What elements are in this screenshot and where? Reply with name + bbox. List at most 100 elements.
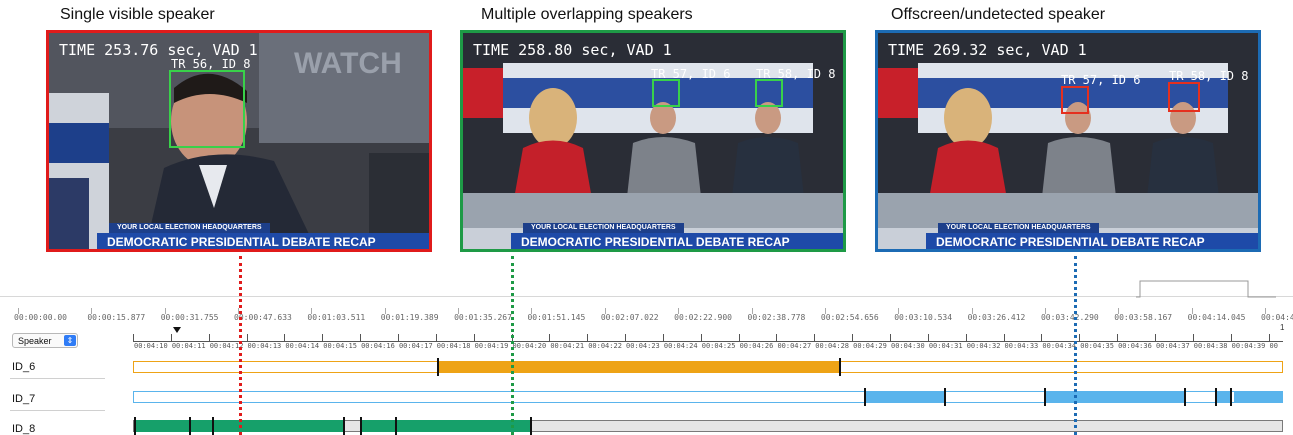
speaker-dropdown[interactable]: Speaker ⇕ — [12, 333, 78, 348]
segment-boundary-marker[interactable] — [212, 417, 215, 435]
face-box — [652, 79, 680, 107]
face-box — [1168, 82, 1200, 112]
speech-segment[interactable] — [1044, 391, 1185, 403]
ruler-time-label: 00:01:19.389 — [380, 313, 439, 322]
segment-boundary-marker[interactable] — [864, 388, 867, 406]
detail-time-label: 00:04:25 — [701, 342, 736, 350]
ruler-tick — [531, 308, 533, 314]
detail-ruler-baseline — [133, 341, 1283, 342]
ruler-tick — [18, 308, 19, 314]
ruler-tick — [458, 308, 460, 314]
detail-time-label: 00:04:30 — [891, 342, 925, 350]
speaker-track-id6[interactable] — [133, 358, 1283, 376]
segment-boundary-marker[interactable] — [437, 358, 440, 376]
timeline-top-divider — [0, 296, 1293, 297]
audio-level-indicator — [1136, 280, 1276, 298]
face-box — [1061, 86, 1089, 114]
track-label: TR 58, ID 8 — [1169, 69, 1249, 83]
track-label-id7: ID_7 — [12, 393, 36, 405]
detail-time-label: 00:04:14 — [285, 342, 320, 350]
ruler-time-label: 00:02:07.022 — [600, 313, 659, 322]
detail-time-label: 00:04:20 — [512, 342, 547, 350]
segment-boundary-marker[interactable] — [342, 417, 345, 435]
time-vad-readout: TIME 269.32 sec, VAD 1 — [888, 41, 1087, 59]
ruler-time-label: 00:00:00.00 — [14, 313, 67, 322]
detail-time-label: 00:04:26 — [739, 342, 774, 350]
speaker-track-id7[interactable] — [133, 388, 1283, 406]
ruler-time-label: 00:03:26.412 — [967, 313, 1026, 322]
ruler-time-label: 00:02:54.656 — [820, 313, 879, 322]
speech-segment[interactable] — [360, 420, 531, 432]
ruler-tick — [604, 308, 606, 314]
segment-boundary-marker[interactable] — [1044, 388, 1047, 406]
playhead-marker[interactable] — [173, 327, 181, 333]
frame-scene — [463, 33, 843, 249]
video-frame-multiple: TIME 258.80 sec, VAD 1 TR 57, ID 6 TR 58… — [460, 30, 846, 252]
detail-time-label: 00:04:21 — [550, 342, 585, 350]
up-down-chevron-icon: ⇕ — [64, 335, 76, 346]
speech-segment[interactable] — [437, 361, 839, 373]
ruler-tick — [91, 308, 93, 314]
detail-time-label: 00:04:15 — [323, 342, 357, 350]
speaker-track-id8[interactable] — [133, 417, 1283, 435]
speech-segment[interactable] — [1215, 391, 1231, 403]
detail-time-label: 00:04:34 — [1042, 342, 1077, 350]
detail-time-label: 00:04:33 — [1004, 342, 1039, 350]
video-frame-single: WATCH TIME 253.76 sec, VAD 1 TR 56, ID 8… — [46, 30, 432, 252]
detail-time-label: 00:04:13 — [247, 342, 282, 350]
segment-boundary-marker[interactable] — [1184, 388, 1187, 406]
detail-time-label: 00:04:27 — [777, 342, 812, 350]
segment-boundary-marker[interactable] — [838, 358, 841, 376]
detail-time-label: 00:04:17 — [398, 342, 433, 350]
segment-boundary-marker[interactable] — [134, 417, 136, 435]
lower-third-small: YOUR LOCAL ELECTION HEADQUARTERS — [938, 223, 1099, 233]
track-separator — [10, 378, 105, 379]
detail-time-label: 00:04:23 — [626, 342, 660, 350]
panel-caption-multiple: Multiple overlapping speakers — [481, 6, 693, 23]
speech-segment[interactable] — [1233, 391, 1282, 403]
ruler-time-label: 00:04:40.456 — [1261, 313, 1293, 322]
detail-time-label: 00:04:31 — [928, 342, 963, 350]
lower-third-small: YOUR LOCAL ELECTION HEADQUARTERS — [109, 223, 270, 233]
guide-line-multiple — [511, 256, 514, 435]
ruler-time-label: 00:00:47.633 — [234, 313, 292, 322]
ruler-tick — [898, 308, 900, 314]
face-box — [755, 79, 783, 107]
lower-third-headline: DEMOCRATIC PRESIDENTIAL DEBATE RECAP — [926, 233, 1258, 249]
ruler-time-label: 00:00:15.877 — [87, 313, 146, 322]
ruler-tick — [384, 308, 386, 314]
face-box — [169, 70, 245, 148]
panel-caption-offscreen: Offscreen/undetected speaker — [891, 6, 1106, 23]
detail-time-label: 00:04:22 — [588, 342, 622, 350]
guide-line-offscreen — [1074, 256, 1077, 435]
panel-caption-single: Single visible speaker — [60, 6, 215, 23]
ruler-tick — [751, 308, 753, 314]
segment-boundary-marker[interactable] — [1215, 388, 1218, 406]
track-label: TR 56, ID 8 — [171, 57, 251, 71]
segment-boundary-marker[interactable] — [944, 388, 947, 406]
ruler-time-label: 00:03:58.167 — [1114, 313, 1173, 322]
detail-time-label: 00:04:38 — [1193, 342, 1228, 350]
segment-boundary-marker[interactable] — [1230, 388, 1233, 406]
segment-boundary-marker[interactable] — [189, 417, 192, 435]
ruler-time-label: 00:03:42.290 — [1040, 313, 1099, 322]
detail-time-label: 00:04:18 — [436, 342, 471, 350]
detail-time-label: 00:04:36 — [1118, 342, 1152, 350]
speech-segment[interactable] — [864, 391, 945, 403]
ruler-tick — [311, 308, 313, 314]
segment-boundary-marker[interactable] — [360, 417, 363, 435]
frame-scene — [878, 33, 1258, 249]
lower-third-headline: DEMOCRATIC PRESIDENTIAL DEBATE RECAP — [511, 233, 843, 249]
detail-time-label: 00:04:16 — [361, 342, 395, 350]
detail-time-label: 00:04:29 — [853, 342, 887, 350]
ruler-tick — [1044, 308, 1046, 314]
ruler-time-label: 00:03:10.534 — [894, 313, 953, 322]
detail-time-label: 00:04:35 — [1080, 342, 1114, 350]
detail-time-label: 00:04:28 — [815, 342, 850, 350]
ruler-time-label: 00:02:22.900 — [674, 313, 732, 322]
ruler-time-label: 00:00:31.755 — [160, 313, 219, 322]
segment-boundary-marker[interactable] — [394, 417, 397, 435]
track-separator — [10, 410, 105, 411]
detail-time-label: 00:04:32 — [966, 342, 1001, 350]
segment-boundary-marker[interactable] — [530, 417, 533, 435]
